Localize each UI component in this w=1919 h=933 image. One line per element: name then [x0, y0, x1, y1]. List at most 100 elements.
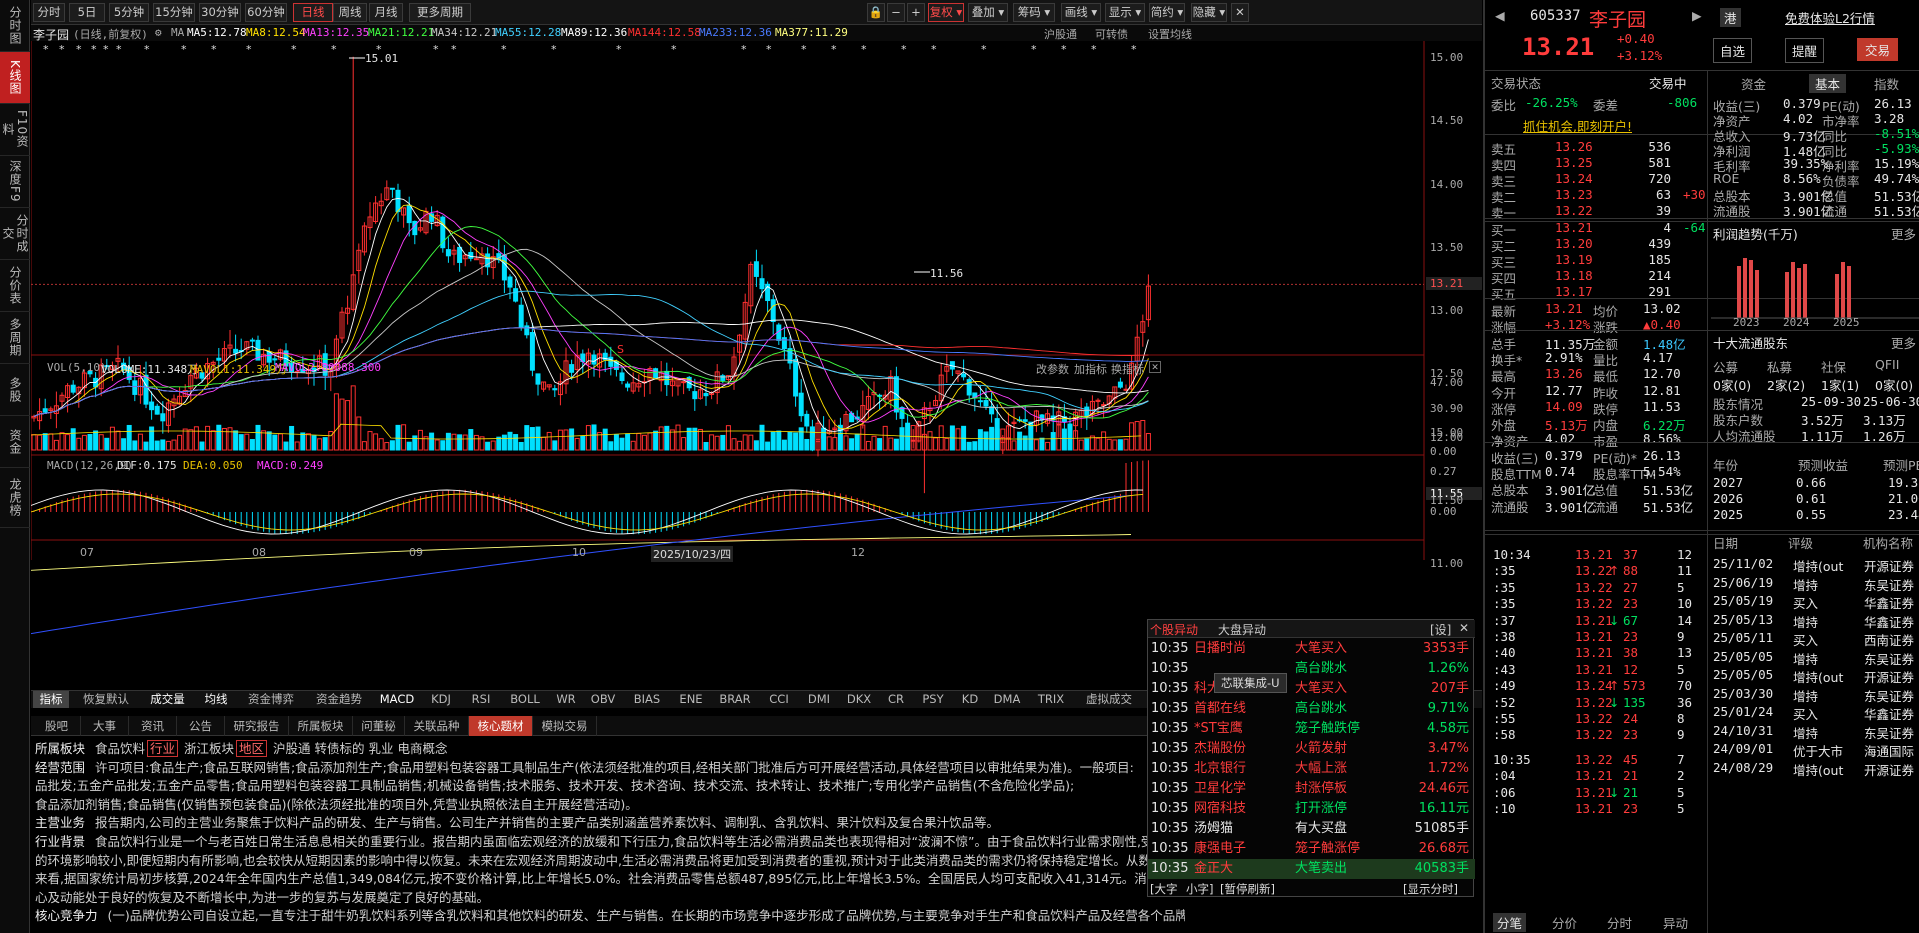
f10-tab-7[interactable]: 关联品种: [405, 716, 469, 736]
f10-tab-4[interactable]: 研究报告: [225, 716, 289, 736]
indicator-tab-12[interactable]: BIAS: [626, 691, 668, 708]
alert-row[interactable]: 10:35 网宿科技 打开涨停 16.11元: [1148, 799, 1475, 819]
period-button-4[interactable]: 30分钟: [199, 3, 241, 22]
alert-stock[interactable]: 汤姆猫: [1194, 819, 1233, 839]
indicator-tab-22[interactable]: TRIX: [1030, 691, 1072, 708]
ask-price[interactable]: 13.24: [1555, 171, 1593, 186]
vol-switch-indicator[interactable]: 换指标: [1111, 361, 1144, 377]
alert-stock[interactable]: 卫星化学: [1194, 779, 1246, 799]
prev-stock-icon[interactable]: ◀: [1495, 8, 1505, 23]
period-button-5[interactable]: 60分钟: [245, 3, 287, 22]
kline-svg[interactable]: * * * * * * * * * * * * * * * * * * * * * * * * * * * * * * *S: [31, 25, 1482, 680]
bid-price[interactable]: 13.17: [1555, 284, 1593, 299]
tool-button-3[interactable]: 画线 ▾: [1061, 3, 1101, 22]
left-nav-item-2[interactable]: F10资料: [0, 104, 30, 156]
alert-stock[interactable]: 康强电子: [1194, 839, 1246, 859]
bottom-tab-1[interactable]: 分价: [1552, 913, 1577, 932]
bid-price[interactable]: 13.19: [1555, 252, 1593, 267]
alert-stock[interactable]: 杰瑞股份: [1194, 739, 1246, 759]
left-nav-item-8[interactable]: 资金: [0, 416, 30, 468]
left-nav-item-9[interactable]: 龙虎榜: [0, 468, 30, 528]
minus-icon[interactable]: −: [887, 3, 905, 22]
indicator-tab-13[interactable]: ENE: [674, 691, 708, 708]
alert-stock[interactable]: 金正大: [1194, 859, 1233, 879]
ask-price[interactable]: 13.22: [1555, 203, 1593, 218]
sector-industry[interactable]: 食品饮料: [95, 741, 145, 756]
left-nav-item-0[interactable]: 分时图: [0, 0, 30, 52]
plus-icon[interactable]: +: [907, 3, 925, 22]
alert-stock[interactable]: 日播时尚: [1194, 639, 1246, 659]
tool-button-4[interactable]: 显示 ▾: [1105, 3, 1145, 22]
alert-row[interactable]: 10:35 卫星化学 封涨停板 24.46元: [1148, 779, 1475, 799]
vol-close-icon[interactable]: ✕: [1149, 361, 1161, 373]
indicator-tab-16[interactable]: DMI: [802, 691, 836, 708]
indicator-tab-20[interactable]: KD: [956, 691, 984, 708]
period-button-3[interactable]: 15分钟: [153, 3, 195, 22]
f10-tab-1[interactable]: 大事: [81, 716, 129, 736]
ask-price[interactable]: 13.25: [1555, 155, 1593, 170]
alert-popup[interactable]: 个股异动 大盘异动 [设] ✕ 10:35 日播时尚 大笔买入 3353手 10:35 高…: [1147, 619, 1475, 897]
tool-button-2[interactable]: 筹码 ▾: [1013, 3, 1055, 22]
f10-tab-3[interactable]: 公告: [177, 716, 225, 736]
popup-settings-button[interactable]: [设]: [1430, 621, 1451, 638]
popup-large-font[interactable]: [大字: [1150, 881, 1178, 897]
left-nav-item-4[interactable]: 分时成交: [0, 208, 30, 260]
popup-tab-stock[interactable]: 个股异动: [1150, 621, 1198, 638]
ask-price[interactable]: 13.23: [1555, 187, 1593, 202]
bid-price[interactable]: 13.21: [1555, 220, 1593, 235]
next-stock-icon[interactable]: ▶: [1692, 8, 1702, 23]
popup-show-timeshare[interactable]: [显示分时]: [1403, 881, 1458, 897]
profit-more[interactable]: 更多: [1891, 224, 1916, 243]
alert-row[interactable]: 10:35 康强电子 笼子触涨停 26.68元: [1148, 839, 1475, 859]
bottom-tab-2[interactable]: 分时: [1607, 913, 1632, 932]
alert-stock[interactable]: 网宿科技: [1194, 799, 1246, 819]
kline-chart-area[interactable]: 李子园 (日线,前复权) ⚙ MA MA5:12.78 MA8:12.54 MA13…: [31, 25, 1482, 680]
indicator-tab-15[interactable]: CCI: [762, 691, 796, 708]
trade-button[interactable]: 交易: [1857, 38, 1899, 61]
tool-button-6[interactable]: 隐藏 ▾: [1191, 3, 1227, 22]
tool-button-5[interactable]: 简约 ▾: [1149, 3, 1185, 22]
indicator-tab-7[interactable]: KDJ: [424, 691, 458, 708]
indicator-tab-17[interactable]: DKX: [842, 691, 876, 708]
hk-badge[interactable]: 港: [1720, 8, 1741, 27]
alert-button[interactable]: 提醒: [1785, 38, 1825, 63]
alert-row[interactable]: 10:35 杰瑞股份 火箭发射 3.47%: [1148, 739, 1475, 759]
bid-price[interactable]: 13.18: [1555, 268, 1593, 283]
holders-more[interactable]: 更多: [1891, 333, 1916, 352]
f10-tab-9[interactable]: 模拟交易: [533, 716, 597, 736]
indicator-tab-10[interactable]: WR: [552, 691, 580, 708]
alert-row[interactable]: 10:35 北京银行 大幅上涨 1.72%: [1148, 759, 1475, 779]
sector-region[interactable]: 浙江板块: [184, 741, 234, 756]
popup-close-icon[interactable]: ✕: [1459, 621, 1469, 635]
indicator-tab-19[interactable]: PSY: [916, 691, 950, 708]
indicator-tab-6[interactable]: MACD: [376, 691, 418, 708]
popup-pause-refresh[interactable]: [暂停刷新]: [1220, 881, 1275, 897]
indicator-tab-14[interactable]: BRAR: [714, 691, 756, 708]
indicator-tab-11[interactable]: OBV: [586, 691, 620, 708]
alert-row[interactable]: 10:35 日播时尚 大笔买入 3353手: [1148, 639, 1475, 659]
alert-stock[interactable]: *ST宝鹰: [1194, 719, 1243, 739]
lock-icon[interactable]: 🔒: [867, 3, 885, 22]
left-nav-item-1[interactable]: K线图: [0, 52, 30, 104]
vol-add-indicator[interactable]: 加指标: [1074, 361, 1107, 377]
left-nav-item-6[interactable]: 多周期: [0, 312, 30, 364]
open-account-promo[interactable]: 抓住机会,即刻开户!: [1523, 116, 1632, 135]
vol-edit-params[interactable]: 改参数: [1036, 361, 1069, 377]
bottom-tab-0[interactable]: 分笔: [1493, 913, 1527, 932]
indicator-tab-0[interactable]: 指标: [33, 691, 69, 708]
alert-row[interactable]: 10:35 汤姆猫 有大买盘 51085手: [1148, 819, 1475, 839]
alert-row[interactable]: 10:35 *ST宝鹰 笼子触跌停 4.58元: [1148, 719, 1475, 739]
bottom-tab-3[interactable]: 异动: [1663, 913, 1688, 932]
bid-price[interactable]: 13.20: [1555, 236, 1593, 251]
free-l2-link[interactable]: 免费体验L2行情: [1785, 8, 1875, 27]
f10-tab-5[interactable]: 所属板块: [289, 716, 353, 736]
fin-tab-2[interactable]: 指数: [1874, 74, 1899, 93]
period-button-8[interactable]: 月线: [369, 3, 403, 22]
indicator-tab-23[interactable]: 虚拟成交: [1078, 691, 1140, 708]
f10-tab-6[interactable]: 问董秘: [353, 716, 405, 736]
left-nav-item-7[interactable]: 多股: [0, 364, 30, 416]
indicator-tab-4[interactable]: 资金博弈: [240, 691, 302, 708]
indicator-tab-8[interactable]: RSI: [464, 691, 498, 708]
alert-row[interactable]: 10:35 金正大 大笔卖出 40583手: [1148, 859, 1475, 879]
tool-button-1[interactable]: 叠加 ▾: [968, 3, 1008, 22]
